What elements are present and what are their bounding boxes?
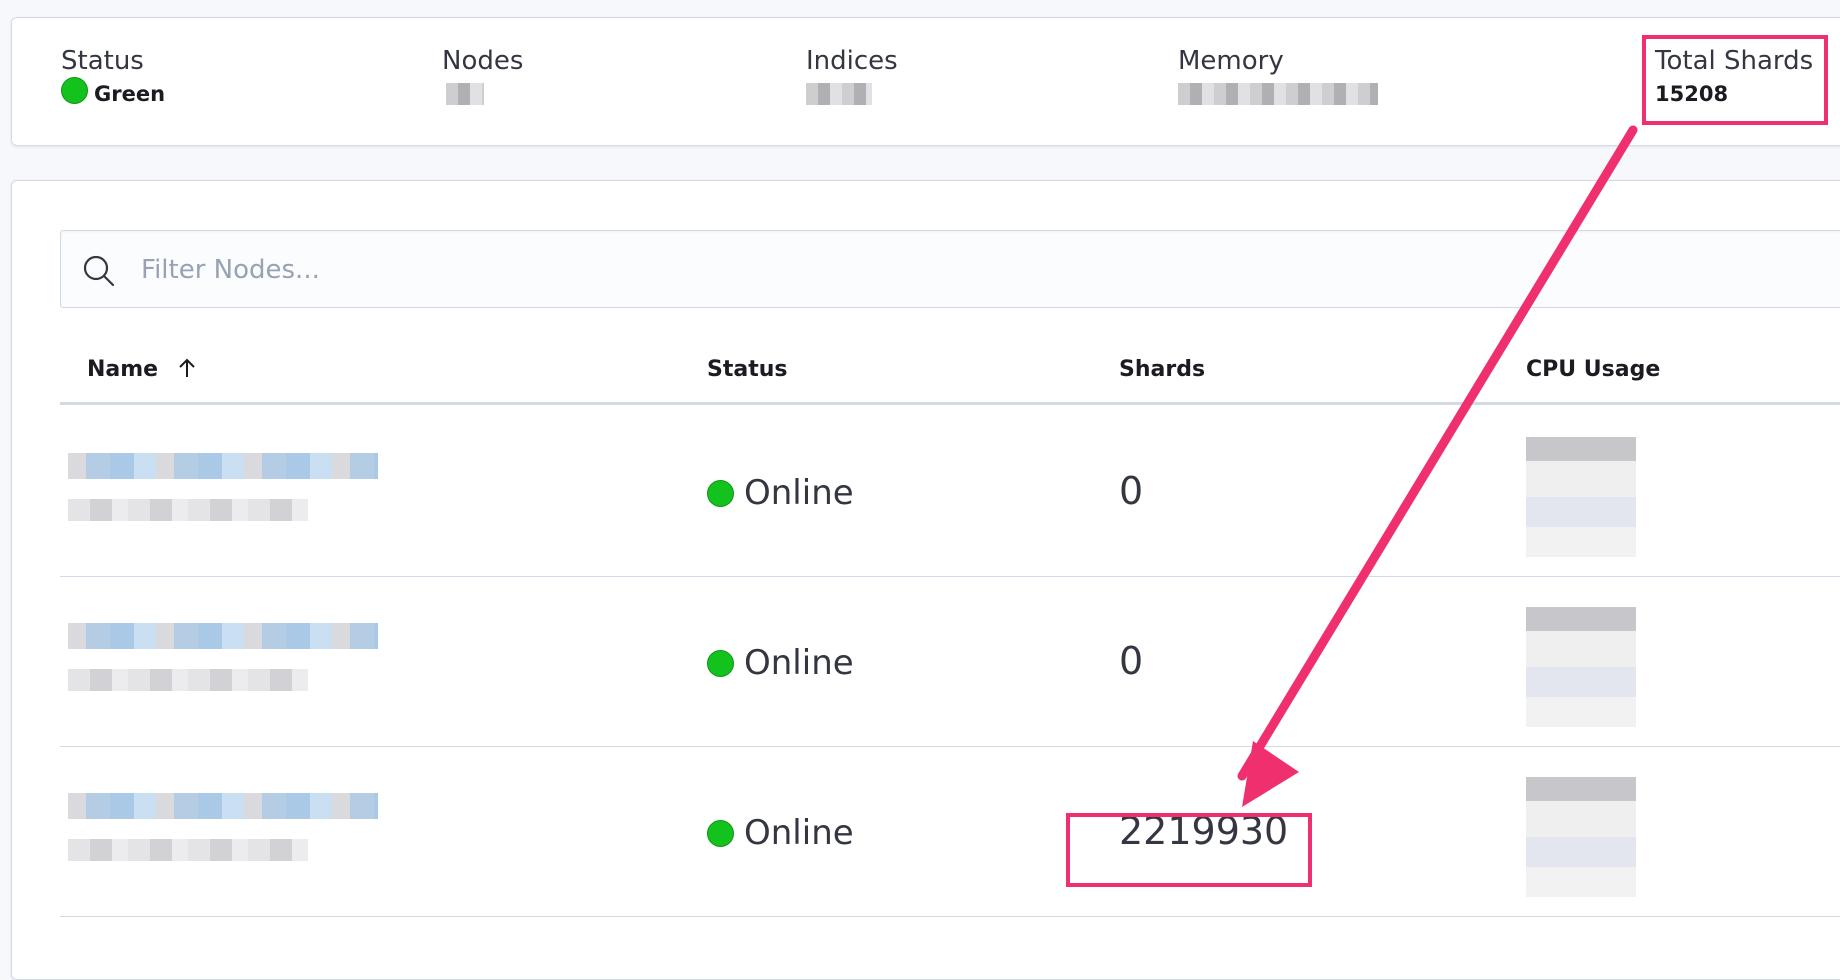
sort-ascending-arrow-icon	[179, 358, 195, 377]
summary-nodes-redacted	[446, 83, 484, 106]
cpu-usage-redacted	[1526, 607, 1636, 727]
summary-indices-label: Indices	[806, 46, 898, 76]
column-header-name-label: Name	[87, 357, 159, 382]
summary-memory-label: Memory	[1178, 46, 1284, 76]
summary-status-text: Green	[94, 82, 166, 107]
filter-nodes-input[interactable]	[139, 245, 1643, 295]
summary-status-value: Green	[61, 77, 166, 108]
summary-status: Status Green	[61, 46, 165, 108]
node-name-redacted[interactable]	[68, 623, 398, 697]
summary-nodes-label: Nodes	[442, 46, 524, 76]
summary-indices: Indices	[806, 46, 898, 109]
node-status-text: Online	[744, 473, 854, 513]
summary-indices-redacted	[806, 83, 872, 106]
node-status: Online	[707, 813, 854, 853]
cluster-summary-panel: Status Green Nodes Indices Memory Total …	[11, 17, 1840, 146]
node-shards: 0	[1119, 469, 1144, 513]
summary-total-shards-label: Total Shards	[1655, 46, 1814, 76]
node-shards: 2219930	[1119, 809, 1289, 853]
status-online-dot-icon	[707, 819, 734, 847]
summary-memory: Memory	[1178, 46, 1378, 109]
column-header-shards[interactable]: Shards	[1119, 357, 1205, 382]
node-shards: 0	[1119, 639, 1144, 683]
node-status: Online	[707, 473, 854, 513]
summary-total-shards-value: 15208	[1655, 82, 1729, 107]
node-name-redacted[interactable]	[68, 453, 398, 527]
column-header-cpu-usage[interactable]: CPU Usage	[1526, 357, 1660, 382]
summary-total-shards: Total Shards 15208	[1655, 46, 1813, 108]
status-green-dot-icon	[61, 77, 88, 105]
node-status-text: Online	[744, 643, 854, 683]
column-header-status[interactable]: Status	[707, 357, 787, 382]
search-icon	[83, 255, 115, 287]
node-status-text: Online	[744, 813, 854, 853]
nodes-table-header: Name Status Shards CPU Usage	[60, 343, 1840, 405]
cpu-usage-redacted	[1526, 777, 1636, 897]
summary-status-label: Status	[61, 46, 144, 76]
nodes-panel: Name Status Shards CPU Usage Online 0 On…	[11, 180, 1840, 980]
summary-nodes: Nodes	[442, 46, 523, 109]
summary-memory-redacted	[1178, 83, 1378, 106]
status-online-dot-icon	[707, 649, 734, 677]
cpu-usage-redacted	[1526, 437, 1636, 557]
column-header-name[interactable]: Name	[87, 357, 198, 382]
table-row: Online 0	[60, 577, 1840, 747]
filter-nodes-search-box[interactable]	[60, 230, 1840, 308]
node-status: Online	[707, 643, 854, 683]
status-online-dot-icon	[707, 479, 734, 507]
table-row: Online 0	[60, 407, 1840, 577]
node-name-redacted[interactable]	[68, 793, 398, 867]
table-row: Online 2219930	[60, 747, 1840, 917]
